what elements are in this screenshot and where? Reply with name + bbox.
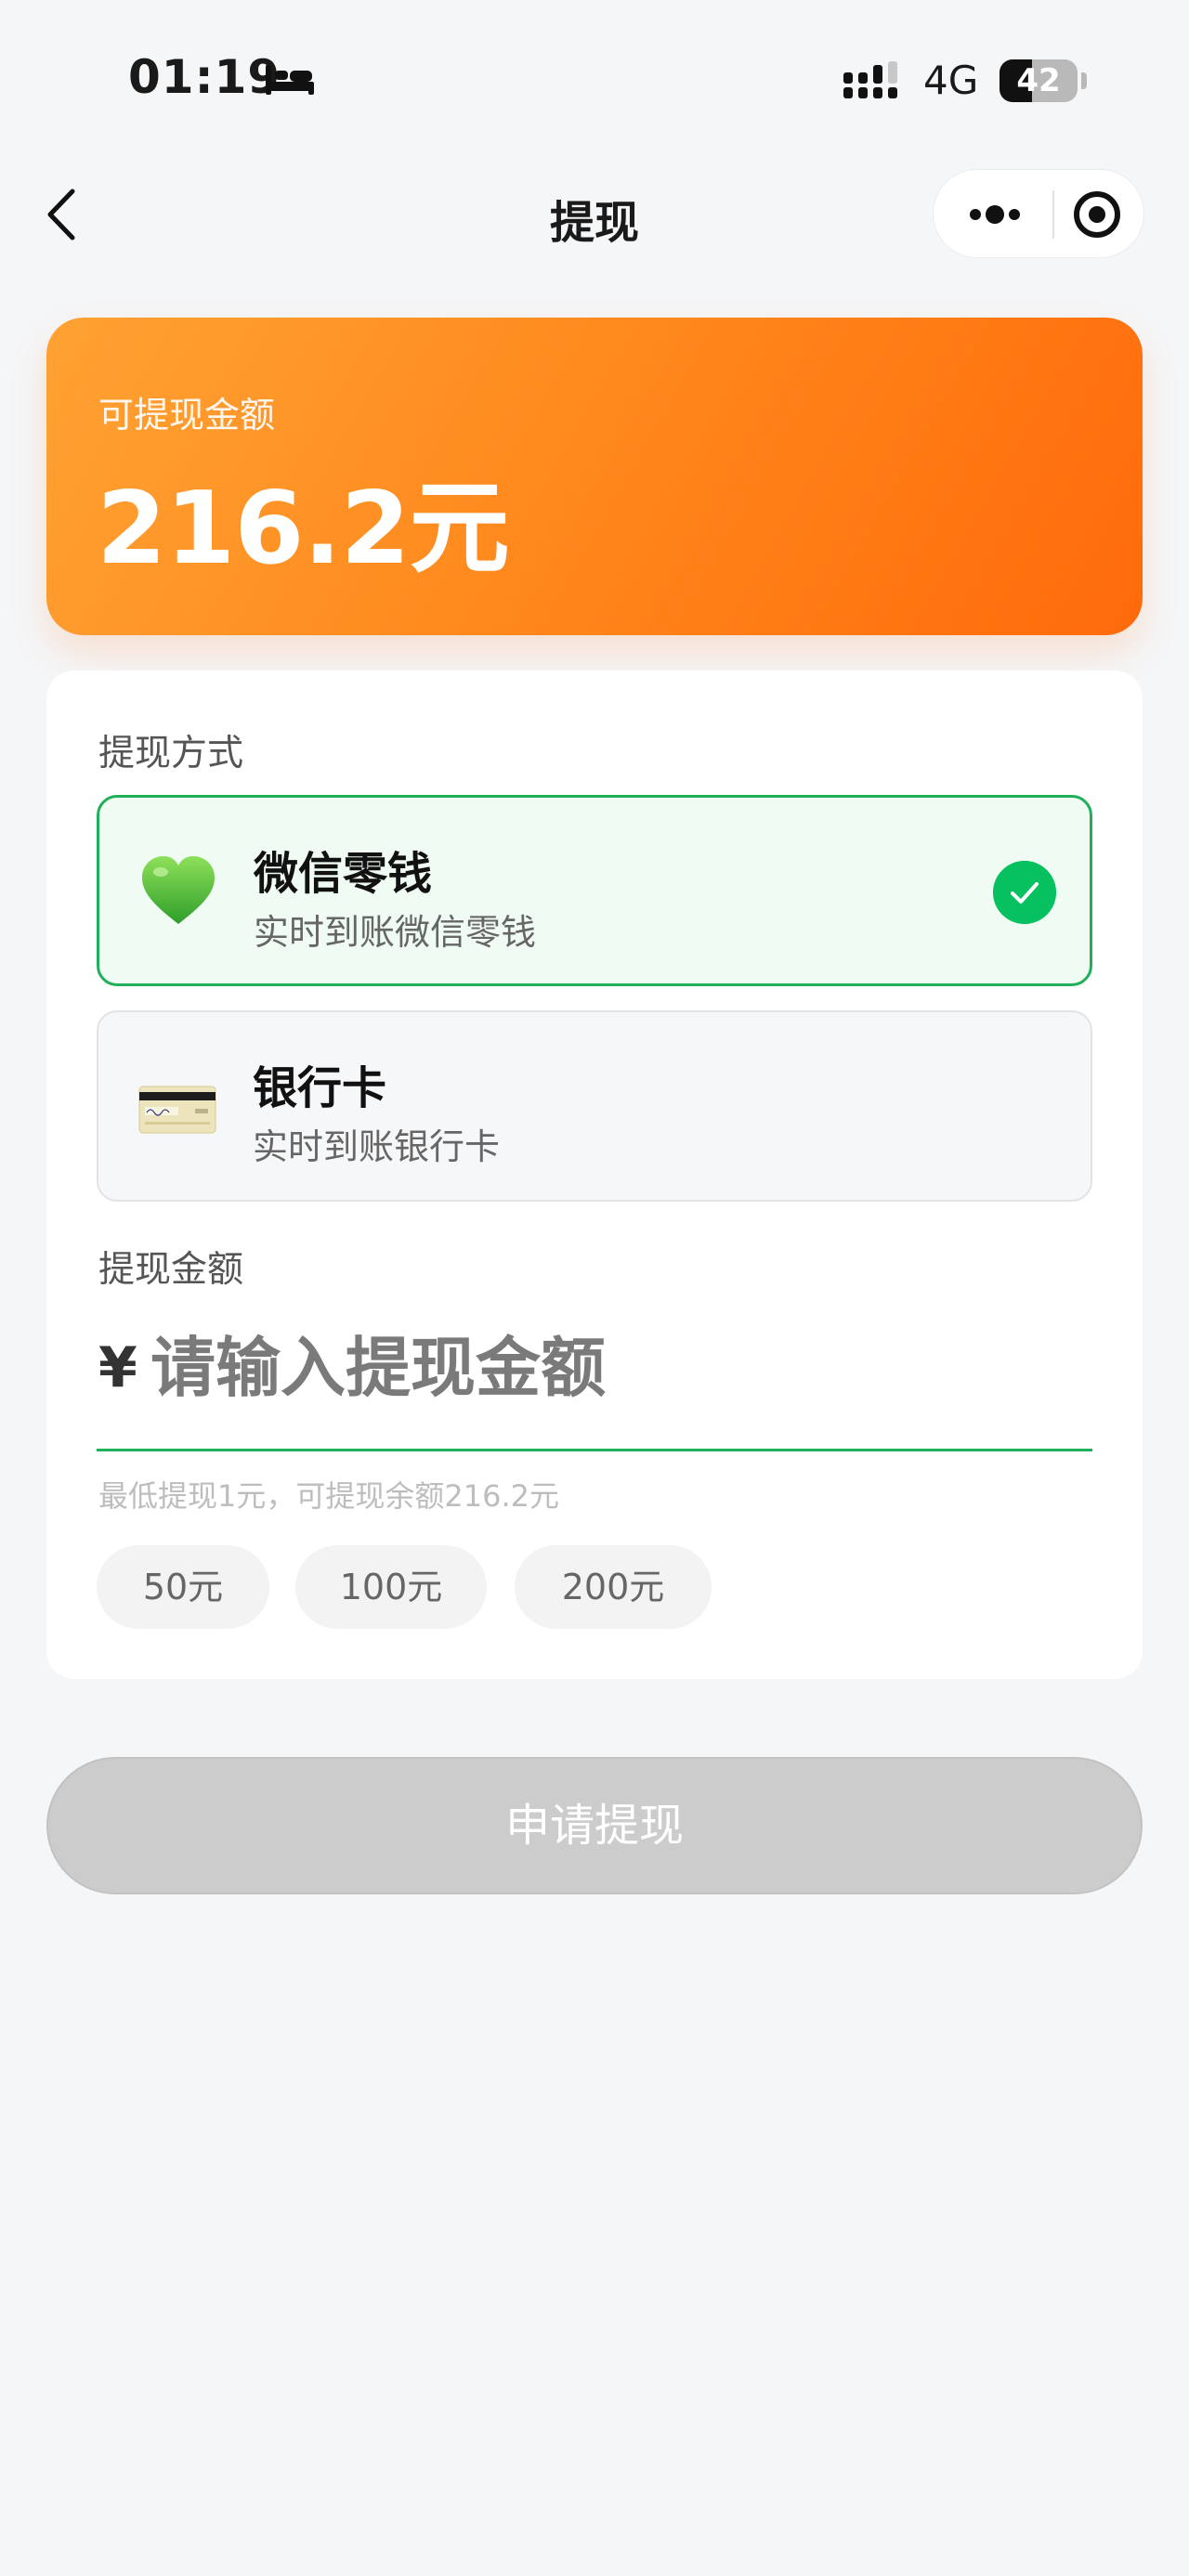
quick-amount-100[interactable]: 100元 [295, 1545, 487, 1629]
close-mini-program-button[interactable] [1056, 170, 1145, 259]
withdraw-amount-input[interactable] [150, 1317, 1042, 1419]
status-time: 01:19 [128, 50, 281, 104]
balance-card: 可提现金额 216.2元 [46, 318, 1143, 635]
apply-withdraw-button[interactable]: 申请提现 [46, 1757, 1143, 1894]
balance-amount: 216.2元 [97, 471, 510, 587]
battery-indicator: 42 [1000, 59, 1078, 102]
battery-level: 42 [1016, 62, 1061, 99]
selected-check-icon [993, 861, 1056, 924]
method-name-bank-card: 银行卡 [253, 1062, 387, 1114]
input-underline [97, 1449, 1092, 1451]
method-name-wechat: 微信零钱 [254, 848, 433, 900]
capsule-divider [1052, 190, 1054, 239]
quick-amount-200[interactable]: 200元 [515, 1545, 712, 1629]
withdraw-hint: 最低提现1元，可提现余额216.2元 [98, 1478, 559, 1514]
quick-amount-50[interactable]: 50元 [97, 1545, 269, 1629]
method-option-bank-card[interactable]: 银行卡 实时到账银行卡 [97, 1010, 1092, 1202]
cellular-signal-icon [843, 61, 897, 98]
sleep-focus-icon [266, 65, 314, 95]
battery-cap [1081, 72, 1087, 89]
withdraw-page: 01:19 4G 42 提现 可提现金额 216.2元 提现方式 微信零钱 实时… [0, 0, 1189, 2576]
method-option-wechat[interactable]: 微信零钱 实时到账微信零钱 [97, 795, 1092, 986]
more-options-button[interactable] [934, 170, 1051, 259]
withdraw-form-card: 提现方式 微信零钱 实时到账微信零钱 银行卡 实时到账银行卡 提现金额 ¥ 请输… [46, 670, 1143, 1679]
withdraw-amount-label: 提现金额 [98, 1249, 244, 1291]
method-desc-bank-card: 实时到账银行卡 [253, 1126, 501, 1167]
balance-label: 可提现金额 [98, 395, 276, 436]
withdraw-method-label: 提现方式 [98, 733, 244, 774]
navigation-bar: 提现 [0, 158, 1189, 269]
network-type: 4G [923, 58, 979, 103]
currency-symbol: ¥ [98, 1335, 137, 1400]
green-heart-icon [142, 856, 215, 924]
mini-program-capsule [933, 169, 1144, 258]
method-desc-wechat: 实时到账微信零钱 [254, 912, 537, 953]
bank-card-icon [138, 1086, 216, 1134]
status-bar: 01:19 4G 42 [0, 0, 1189, 149]
